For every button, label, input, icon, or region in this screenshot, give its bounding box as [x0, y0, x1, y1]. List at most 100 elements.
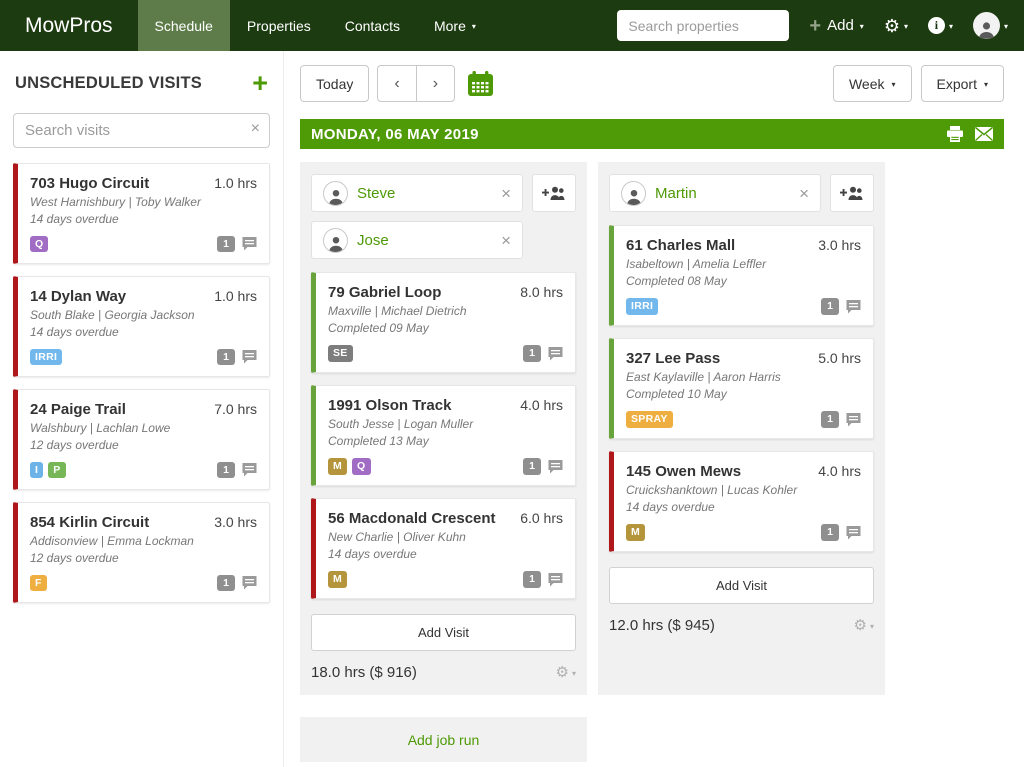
job-run-column: Martin × 61 Charles Mall3.0 hrs Isabelto… [598, 162, 885, 695]
team-member-select[interactable]: Martin × [609, 174, 821, 212]
remove-member-icon[interactable]: × [501, 185, 511, 202]
clear-search-icon[interactable]: × [251, 121, 260, 137]
visit-status: 14 days overdue [30, 212, 257, 226]
visit-status: 14 days overdue [626, 500, 861, 514]
chevron-down-icon: ▾ [949, 23, 953, 31]
tab-more[interactable]: More▾ [417, 0, 493, 51]
unscheduled-visit-card[interactable]: 24 Paige Trail7.0 hrs Walshbury | Lachla… [13, 389, 270, 490]
top-nav: MowPros Schedule Properties Contacts Mor… [0, 0, 1024, 51]
add-visit-button[interactable]: Add Visit [609, 567, 874, 604]
visit-hours: 6.0 hrs [512, 510, 563, 526]
remove-member-icon[interactable]: × [501, 232, 511, 249]
visit-title: 145 Owen Mews [626, 463, 741, 480]
visit-status: Completed 08 May [626, 274, 861, 288]
settings-menu-button[interactable]: ⚙ ▾ [884, 17, 908, 35]
visit-hours: 1.0 hrs [206, 288, 257, 304]
chevron-down-icon: ▾ [870, 623, 874, 631]
scheduled-visit-card[interactable]: 1991 Olson Track4.0 hrs South Jesse | Lo… [311, 385, 576, 486]
prev-button[interactable]: ‹ [377, 65, 415, 102]
visit-hours: 3.0 hrs [810, 237, 861, 253]
visit-meta: Addisonview | Emma Lockman [30, 534, 257, 548]
add-person-icon [542, 185, 566, 201]
scheduled-visit-card[interactable]: 79 Gabriel Loop8.0 hrs Maxville | Michae… [311, 272, 576, 373]
team-member-name: Jose [357, 232, 389, 249]
visit-status: Completed 10 May [626, 387, 861, 401]
chevron-down-icon: ▾ [572, 670, 576, 678]
chevron-down-icon: ▾ [892, 81, 896, 89]
search-visits-input[interactable] [13, 113, 270, 148]
scheduled-visit-card[interactable]: 327 Lee Pass5.0 hrs East Kaylaville | Aa… [609, 338, 874, 439]
visit-title: 79 Gabriel Loop [328, 284, 441, 301]
visit-status: 12 days overdue [30, 438, 257, 452]
tag-badge: SE [328, 345, 353, 362]
info-icon: i [928, 17, 945, 34]
add-visit-plus-button[interactable]: + [252, 73, 268, 95]
schedule-main: Today ‹ › Week▾ Expor [284, 51, 1024, 767]
tab-contacts[interactable]: Contacts [328, 0, 417, 51]
visit-count-badge: 1 [821, 298, 839, 315]
visit-search: × [13, 113, 270, 148]
unscheduled-visit-card[interactable]: 854 Kirlin Circuit3.0 hrs Addisonview | … [13, 502, 270, 603]
visit-status: 14 days overdue [328, 547, 563, 561]
team-member-name: Steve [357, 185, 395, 202]
add-job-run-button[interactable]: Add job run [300, 717, 587, 762]
view-select-button[interactable]: Week▾ [833, 65, 912, 102]
add-team-member-button[interactable] [830, 174, 874, 212]
tag-badge: M [328, 571, 347, 588]
scheduled-visit-card[interactable]: 61 Charles Mall3.0 hrs Isabeltown | Amel… [609, 225, 874, 326]
comment-icon [242, 576, 257, 590]
visit-count-badge: 1 [217, 575, 235, 592]
team-member-select[interactable]: Jose × [311, 221, 523, 259]
help-menu-button[interactable]: i ▾ [928, 17, 953, 34]
scheduled-visit-card[interactable]: 56 Macdonald Crescent6.0 hrs New Charlie… [311, 498, 576, 599]
export-button[interactable]: Export▾ [921, 65, 1004, 102]
plus-icon: + [809, 16, 821, 36]
visit-meta: South Jesse | Logan Muller [328, 417, 563, 431]
tag-badge: M [328, 458, 347, 475]
app-body: UNSCHEDULED VISITS + × 703 Hugo Circuit1… [0, 51, 1024, 767]
tab-properties[interactable]: Properties [230, 0, 328, 51]
calendar-icon [467, 71, 494, 97]
run-footer: 12.0 hrs ($ 945) ⚙ ▾ [609, 617, 874, 634]
team-area: Martin × [609, 174, 874, 212]
run-options-button[interactable]: ⚙ ▾ [854, 618, 874, 633]
run-options-button[interactable]: ⚙ ▾ [556, 665, 576, 680]
visit-title: 703 Hugo Circuit [30, 175, 149, 192]
calendar-button[interactable] [467, 71, 494, 97]
visit-count-badge: 1 [217, 462, 235, 479]
avatar [973, 12, 1000, 39]
unscheduled-visits-sidebar: UNSCHEDULED VISITS + × 703 Hugo Circuit1… [0, 51, 284, 767]
chevron-down-icon: ▾ [904, 23, 908, 31]
team-member-select[interactable]: Steve × [311, 174, 523, 212]
visit-status: Completed 13 May [328, 434, 563, 448]
date-nav-group: ‹ › [377, 65, 455, 102]
print-icon[interactable] [946, 126, 964, 142]
unscheduled-visit-card[interactable]: 703 Hugo Circuit1.0 hrs West Harnishbury… [13, 163, 270, 264]
add-team-member-button[interactable] [532, 174, 576, 212]
visit-meta: Maxville | Michael Dietrich [328, 304, 563, 318]
day-header: MONDAY, 06 MAY 2019 [300, 119, 1004, 149]
remove-member-icon[interactable]: × [799, 185, 809, 202]
next-button[interactable]: › [416, 65, 455, 102]
visit-count-badge: 1 [523, 345, 541, 362]
brand-logo[interactable]: MowPros [0, 0, 138, 51]
comment-icon [242, 350, 257, 364]
comment-icon [242, 237, 257, 251]
mail-icon[interactable] [975, 127, 993, 141]
visit-title: 854 Kirlin Circuit [30, 514, 149, 531]
schedule-toolbar: Today ‹ › Week▾ Expor [300, 65, 1004, 102]
add-menu-button[interactable]: + Add ▾ [809, 16, 863, 36]
nav-tabs: Schedule Properties Contacts More▾ [138, 0, 493, 51]
tab-schedule[interactable]: Schedule [138, 0, 230, 51]
add-visit-button[interactable]: Add Visit [311, 614, 576, 651]
search-properties-input[interactable] [617, 10, 789, 41]
job-run-column: Steve × Jose × [300, 162, 587, 695]
avatar [323, 228, 348, 253]
unscheduled-visit-card[interactable]: 14 Dylan Way1.0 hrs South Blake | Georgi… [13, 276, 270, 377]
user-menu-button[interactable]: ▾ [973, 12, 1008, 39]
comment-icon [846, 526, 861, 540]
scheduled-visit-card[interactable]: 145 Owen Mews4.0 hrs Cruickshanktown | L… [609, 451, 874, 552]
team-area: Steve × Jose × [311, 174, 576, 259]
visit-count-badge: 1 [821, 524, 839, 541]
today-button[interactable]: Today [300, 65, 369, 102]
